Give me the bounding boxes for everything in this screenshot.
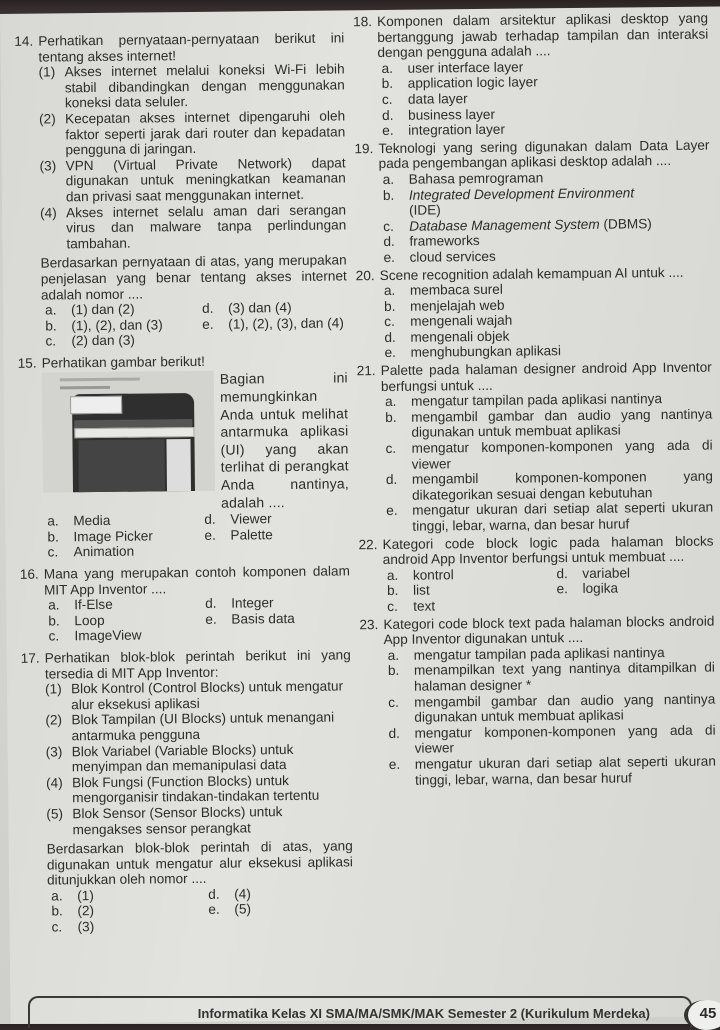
question-prompt: Berdasarkan blok-blok perintah di atas, …	[46, 838, 353, 888]
question-16: 16. Mana yang merupakan contoh komponen …	[20, 563, 351, 644]
answer-options: a. mengatur tampilan pada aplikasi nantin…	[384, 644, 716, 788]
answer-option-c[interactable]: c. ImageView	[44, 627, 193, 644]
page-number: 45	[684, 1000, 720, 1030]
question-21: 21. Palette pada halaman designer androi…	[357, 360, 714, 535]
question-number: 17.	[20, 650, 40, 666]
screen-preview-graphic	[78, 439, 166, 494]
question-number: 19.	[354, 140, 374, 157]
answer-option-c[interactable]: c. text	[383, 597, 545, 614]
answer-option-b[interactable]: b. Image Picker	[43, 528, 192, 545]
question-18: 18. Komponen dalam arsitektur aplikasi d…	[353, 11, 709, 139]
answer-option-e[interactable]: e. (5)	[204, 901, 353, 918]
question-stem: Teknologi yang sering digunakan dalam Da…	[378, 137, 710, 172]
page-footer: Informatika Kelas XI SMA/MA/SMK/MAK Seme…	[28, 996, 692, 1028]
question-19: 19. Teknologi yang sering digunakan dala…	[354, 137, 710, 265]
answer-option-b[interactable]: b. Loop	[44, 612, 193, 629]
answer-option-a[interactable]: a. If-Else	[44, 596, 193, 613]
question-14: 14. Perhatikan pernyataan-pernyataan ber…	[14, 30, 347, 349]
right-column: 18. Komponen dalam arsitektur aplikasi d…	[353, 11, 716, 791]
question-number: 14.	[14, 33, 34, 49]
answer-option-e[interactable]: e. Palette	[200, 526, 349, 543]
answer-option-e[interactable]: e. Basis data	[201, 610, 350, 627]
answer-option-c[interactable]: c. mengatur komponen-komponen yang ada di…	[381, 438, 712, 473]
statement: (2) Blok Tampilan (UI Blocks) untuk menan…	[45, 709, 335, 744]
question-15: 15. Perhatikan gambar berikut! Bagian in…	[18, 352, 350, 561]
statement: (1) Akses internet melalui koneksi Wi-Fi …	[38, 61, 345, 111]
statement: (5) Blok Sensor (Sensor Blocks) untuk men…	[46, 803, 283, 837]
answer-option-b[interactable]: b. mengambil gambar dan audio yang nantin…	[381, 406, 712, 441]
answer-option-d[interactable]: d. variabel	[552, 564, 714, 581]
answer-option-a[interactable]: a. (1)	[47, 887, 196, 904]
answer-option-d[interactable]: d. mengambil komponen-komponen yang dikat…	[382, 469, 713, 504]
question-stem: Perhatikan blok-blok perintah berikut in…	[44, 647, 351, 682]
answer-option-d[interactable]: d. Integer	[201, 595, 350, 612]
answer-options: a. Media d. Viewer b. Image Picker e. Palett…	[43, 511, 349, 561]
answer-option-b[interactable]: b. list	[383, 582, 545, 599]
question-stem: Perhatikan pernyataan-pernyataan berikut…	[38, 30, 345, 65]
answer-option-c[interactable]: c. (2) dan (3)	[41, 332, 190, 349]
question-prompt: Berdasarkan pernyataan di atas, yang mer…	[40, 252, 347, 303]
answer-option-a[interactable]: a. kontrol	[383, 566, 545, 583]
answer-option-d[interactable]: d. (4)	[204, 885, 353, 902]
question-20: 20. Scene recognition adalah kemampuan A…	[356, 264, 712, 361]
question-stem: Kategori code block text pada halaman bl…	[383, 613, 715, 648]
answer-options: a. membaca surel b. menjelajah web c. menge…	[380, 280, 712, 361]
answer-option-b[interactable]: b. (2)	[47, 902, 196, 919]
answer-option-e[interactable]: e. integration layer	[378, 120, 709, 139]
statement: (3) Blok Variabel (Variable Blocks) untuk…	[45, 741, 294, 775]
answer-option-b[interactable]: b. (1), (2), dan (3)	[41, 317, 190, 334]
statement: (2) Kecepatan akses internet dipengaruhi …	[39, 108, 346, 158]
answer-options: a. user interface layer b. application log…	[378, 57, 710, 138]
answer-options: a. Bahasa pemrograman b. Integrated Develo…	[379, 169, 711, 266]
question-number: 16.	[19, 566, 39, 582]
answer-option-c[interactable]: c. mengambil gambar dan audio yang nantin…	[384, 691, 715, 726]
question-stem: Komponen dalam arsitektur aplikasi deskt…	[377, 10, 709, 61]
answer-options: a. If-Else d. Integer b. Loop e. Basis data …	[44, 595, 350, 645]
answer-options: a. mengatur tampilan pada aplikasi nantin…	[381, 391, 713, 535]
statement: (1) Blok Kontrol (Control Blocks) untuk m…	[44, 678, 344, 713]
answer-option-b[interactable]: b. Integrated Development Environment (IDE…	[379, 184, 710, 219]
statement: (3) VPN (Virtual Private Network) dapat d…	[39, 155, 346, 205]
left-column: 14. Perhatikan pernyataan-pernyataan ber…	[14, 30, 353, 937]
answer-option-b[interactable]: b. menampilkan text yang nantinya ditampi…	[384, 660, 715, 695]
answer-option-d[interactable]: d. mengatur komponen-komponen yang ada di…	[384, 722, 715, 757]
answer-option-e[interactable]: e. logika	[552, 580, 714, 597]
statement: (4) Akses internet selalu aman dari seran…	[40, 201, 347, 252]
question-number: 18.	[353, 14, 373, 30]
answer-option-a[interactable]: a. Media	[43, 512, 192, 529]
answer-option-e[interactable]: e. cloud services	[379, 246, 710, 265]
question-17: 17. Perhatikan blok-blok perintah beriku…	[21, 647, 354, 935]
answer-options: a. (1) dan (2) d. (3) dan (4) b. (1), (2), …	[41, 299, 347, 349]
book-title: Informatika Kelas XI SMA/MA/SMK/MAK Seme…	[197, 1006, 650, 1021]
answer-option-a[interactable]: a. (1) dan (2)	[41, 301, 190, 318]
answer-option-c[interactable]: c. Animation	[44, 543, 193, 560]
answer-option-c[interactable]: c. (3)	[47, 918, 196, 935]
app-inventor-viewer-image	[41, 371, 216, 494]
question-number: 23.	[359, 616, 379, 632]
answer-option-e[interactable]: e. mengatur ukuran dari setiap alat seper…	[382, 500, 713, 535]
question-stem: Mana yang merupakan contoh komponen dala…	[43, 563, 350, 598]
answer-option-e[interactable]: e. (1), (2), (3), dan (4)	[198, 315, 347, 332]
question-side-text: Bagian ini memungkinkan Anda untuk melih…	[219, 369, 350, 511]
question-22: 22. Kategori code block logic pada halam…	[358, 533, 714, 615]
answer-option-d[interactable]: d. (3) dan (4)	[198, 299, 347, 316]
dropdown-graphic	[70, 396, 123, 415]
question-number: 15.	[17, 355, 37, 371]
answer-options: a. (1) d. (4) b. (2) e. (5) c. (3)	[47, 885, 353, 935]
answer-option-d[interactable]: d. Viewer	[200, 511, 349, 528]
question-stem: Kategori code block logic pada halaman b…	[382, 533, 714, 568]
answer-option-e[interactable]: e. mengatur ukuran dari setiap alat seper…	[385, 753, 716, 788]
statement: (4) Blok Fungsi (Function Blocks) untuk m…	[45, 772, 320, 806]
question-number: 20.	[355, 267, 375, 283]
answer-option-e[interactable]: e. menghubungkan aplikasi	[380, 342, 711, 361]
answer-options: a. kontrol d. variabel b. list e. logika c. t…	[383, 564, 714, 614]
question-number: 22.	[358, 536, 378, 552]
textbook-page: 14. Perhatikan pernyataan-pernyataan ber…	[0, 6, 720, 1024]
question-stem: Palette pada halaman designer android Ap…	[380, 359, 712, 394]
question-stem: Perhatikan gambar berikut!	[41, 353, 205, 371]
question-23: 23. Kategori code block text pada halama…	[359, 613, 716, 788]
question-number: 21.	[356, 363, 376, 379]
